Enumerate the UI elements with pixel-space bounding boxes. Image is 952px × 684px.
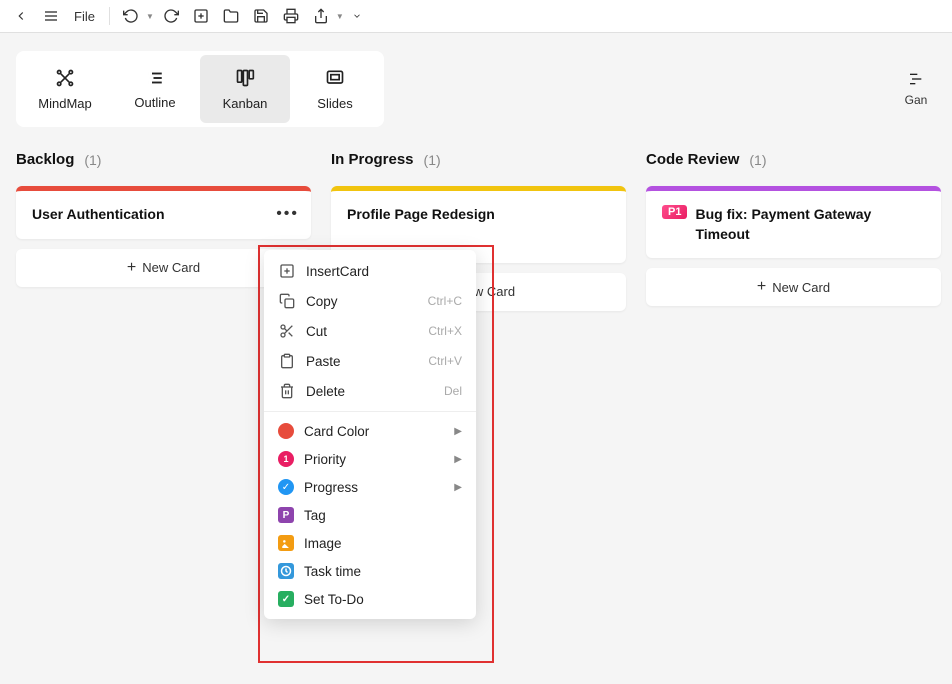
column-header: Backlog (1) <box>16 151 311 168</box>
save-button[interactable] <box>248 3 274 29</box>
main-toolbar: File ▼ ▼ <box>0 0 952 33</box>
view-tabs: MindMap Outline Kanban Slides Gan <box>0 33 952 127</box>
menu-label: Priority <box>304 452 346 467</box>
card-more-icon[interactable]: ••• <box>276 205 299 223</box>
view-tabs-group: MindMap Outline Kanban Slides <box>16 51 384 127</box>
outline-label: Outline <box>134 95 175 110</box>
menu-label: Tag <box>304 508 326 523</box>
menu-shortcut: Ctrl+V <box>428 354 462 368</box>
tab-slides[interactable]: Slides <box>290 55 380 123</box>
column-title: Code Review <box>646 151 739 168</box>
new-card-label: New Card <box>772 280 830 295</box>
context-menu: InsertCard Copy Ctrl+C Cut Ctrl+X Paste … <box>264 250 476 619</box>
tab-kanban[interactable]: Kanban <box>200 55 290 123</box>
menu-cut[interactable]: Cut Ctrl+X <box>264 316 476 346</box>
delete-icon <box>278 382 296 400</box>
tab-outline[interactable]: Outline <box>110 55 200 123</box>
share-button[interactable] <box>308 3 334 29</box>
cut-icon <box>278 322 296 340</box>
menu-set-todo[interactable]: ✓ Set To-Do <box>264 585 476 613</box>
menu-image[interactable]: Image <box>264 529 476 557</box>
tab-mindmap[interactable]: MindMap <box>20 55 110 123</box>
menu-label: Delete <box>306 384 345 399</box>
color-icon <box>278 423 294 439</box>
card-title: Bug fix: Payment Gateway Timeout <box>695 205 925 244</box>
todo-icon: ✓ <box>278 591 294 607</box>
menu-progress[interactable]: ✓ Progress ▶ <box>264 473 476 501</box>
open-button[interactable] <box>218 3 244 29</box>
column-count: (1) <box>749 152 766 168</box>
redo-button[interactable] <box>158 3 184 29</box>
column-title: In Progress <box>331 151 414 168</box>
image-icon <box>278 535 294 551</box>
insert-card-icon <box>278 262 296 280</box>
undo-button[interactable] <box>118 3 144 29</box>
column-title: Backlog <box>16 151 74 168</box>
print-button[interactable] <box>278 3 304 29</box>
menu-delete[interactable]: Delete Del <box>264 376 476 406</box>
menu-label: Image <box>304 536 342 551</box>
kanban-label: Kanban <box>223 96 268 111</box>
new-button[interactable] <box>188 3 214 29</box>
menu-paste[interactable]: Paste Ctrl+V <box>264 346 476 376</box>
slides-icon <box>324 68 346 88</box>
new-card-button[interactable]: + New Card <box>646 268 941 306</box>
clock-icon <box>278 563 294 579</box>
file-menu[interactable]: File <box>68 9 101 24</box>
tag-icon: P <box>278 507 294 523</box>
copy-icon <box>278 292 296 310</box>
menu-label: Task time <box>304 564 361 579</box>
column-code-review: Code Review (1) P1 Bug fix: Payment Gate… <box>646 151 941 311</box>
outline-icon <box>144 69 166 87</box>
menu-label: Set To-Do <box>304 592 364 607</box>
menu-insert-card[interactable]: InsertCard <box>264 256 476 286</box>
menu-icon[interactable] <box>38 3 64 29</box>
menu-label: Progress <box>304 480 358 495</box>
mindmap-label: MindMap <box>38 96 91 111</box>
share-caret[interactable]: ▼ <box>336 12 344 21</box>
menu-label: Copy <box>306 294 338 309</box>
menu-copy[interactable]: Copy Ctrl+C <box>264 286 476 316</box>
menu-label: Paste <box>306 354 341 369</box>
plus-icon: + <box>757 278 766 296</box>
undo-caret[interactable]: ▼ <box>146 12 154 21</box>
card[interactable]: User Authentication ••• <box>16 186 311 239</box>
menu-label: InsertCard <box>306 264 369 279</box>
kanban-icon <box>233 68 257 88</box>
card[interactable]: P1 Bug fix: Payment Gateway Timeout <box>646 186 941 258</box>
card-title: Profile Page Redesign <box>347 205 495 225</box>
new-card-label: New Card <box>142 260 200 275</box>
column-header: In Progress (1) <box>331 151 626 168</box>
plus-icon: + <box>127 259 136 277</box>
menu-task-time[interactable]: Task time <box>264 557 476 585</box>
column-count: (1) <box>84 152 101 168</box>
back-button[interactable] <box>8 3 34 29</box>
menu-label: Cut <box>306 324 327 339</box>
menu-label: Card Color <box>304 424 369 439</box>
card-title: User Authentication <box>32 205 165 225</box>
priority-badge: P1 <box>662 205 687 219</box>
menu-shortcut: Ctrl+C <box>428 294 462 308</box>
chevron-right-icon: ▶ <box>454 482 462 493</box>
menu-tag[interactable]: P Tag <box>264 501 476 529</box>
menu-card-color[interactable]: Card Color ▶ <box>264 417 476 445</box>
menu-divider <box>264 411 476 412</box>
column-header: Code Review (1) <box>646 151 941 168</box>
chevron-right-icon: ▶ <box>454 426 462 437</box>
menu-shortcut: Del <box>444 384 462 398</box>
column-count: (1) <box>424 152 441 168</box>
progress-icon: ✓ <box>278 479 294 495</box>
more-toolbar-button[interactable] <box>348 3 366 29</box>
menu-priority[interactable]: 1 Priority ▶ <box>264 445 476 473</box>
gantt-label: Gan <box>905 93 928 107</box>
tab-gantt[interactable]: Gan <box>896 51 936 127</box>
divider <box>109 7 110 25</box>
slides-label: Slides <box>317 96 352 111</box>
priority-icon: 1 <box>278 451 294 467</box>
paste-icon <box>278 352 296 370</box>
menu-shortcut: Ctrl+X <box>428 324 462 338</box>
chevron-right-icon: ▶ <box>454 454 462 465</box>
kanban-board: Backlog (1) User Authentication ••• + Ne… <box>0 127 952 335</box>
mindmap-icon <box>53 68 77 88</box>
